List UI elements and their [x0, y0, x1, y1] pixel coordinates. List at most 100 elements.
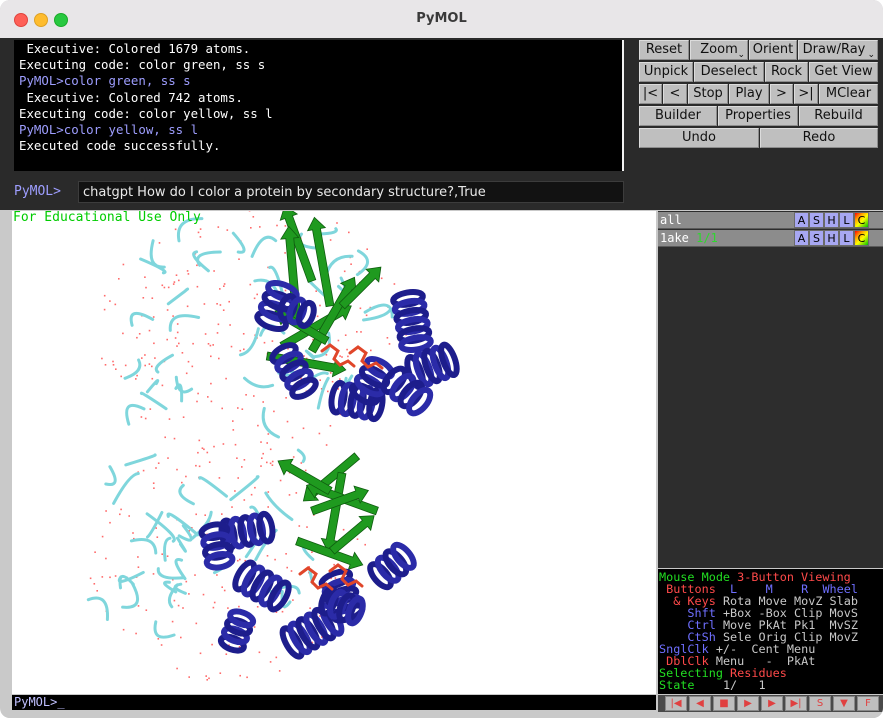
- unpick-button[interactable]: Unpick: [639, 62, 693, 82]
- object-row-all[interactable]: all A S H L C: [658, 212, 883, 229]
- water-dot: [205, 675, 207, 677]
- water-dot: [304, 469, 307, 472]
- rewind-icon[interactable]: |◀: [665, 696, 687, 711]
- color-button[interactable]: C: [854, 212, 869, 228]
- water-dot: [331, 380, 334, 383]
- stop-icon[interactable]: ■: [713, 696, 735, 711]
- binding-cell: MovZ: [829, 630, 858, 644]
- water-dot: [329, 425, 332, 427]
- water-dot: [266, 442, 268, 444]
- loop-segment: [296, 448, 306, 463]
- water-dot: [266, 555, 269, 557]
- label-button[interactable]: L: [839, 230, 854, 246]
- loop-segment: [243, 376, 275, 389]
- properties-button[interactable]: Properties: [718, 106, 798, 126]
- reset-button[interactable]: Reset: [639, 40, 689, 60]
- water-dot: [166, 555, 169, 557]
- water-dot: [148, 329, 151, 332]
- water-dot: [243, 499, 246, 501]
- command-input[interactable]: chatgpt How do I color a protein by seco…: [78, 181, 624, 203]
- water-dot: [319, 379, 321, 381]
- water-dot: [229, 324, 231, 326]
- water-dot: [276, 224, 278, 227]
- educational-watermark: For Educational Use Only: [13, 211, 201, 225]
- scene-icon[interactable]: S: [809, 696, 831, 711]
- label-button[interactable]: L: [839, 212, 854, 228]
- get-view-button[interactable]: Get View: [809, 62, 878, 82]
- water-dot: [118, 278, 120, 280]
- water-dot: [248, 211, 251, 212]
- builder-button[interactable]: Builder: [639, 106, 717, 126]
- action-button[interactable]: A: [794, 230, 809, 246]
- water-dot: [103, 294, 106, 297]
- movie-transport-bar: |◀ ◀ ■ ▶ ▶ ▶| S ▼ F: [658, 695, 883, 712]
- water-dot: [176, 331, 179, 334]
- prev-frame-button[interactable]: <: [663, 84, 687, 104]
- play-button[interactable]: Play: [729, 84, 769, 104]
- water-dot: [89, 577, 92, 580]
- water-dot: [109, 521, 111, 524]
- water-dot: [140, 416, 143, 418]
- water-dot: [175, 274, 178, 276]
- rebuild-button[interactable]: Rebuild: [799, 106, 878, 126]
- water-dot: [181, 352, 184, 354]
- water-dot: [238, 258, 240, 260]
- mclear-button[interactable]: MClear: [819, 84, 878, 104]
- stop-button[interactable]: Stop: [688, 84, 728, 104]
- water-dot: [253, 395, 255, 397]
- play-icon[interactable]: ▶: [737, 696, 759, 711]
- water-dot: [213, 270, 215, 272]
- orient-button[interactable]: Orient: [749, 40, 797, 60]
- show-button[interactable]: S: [809, 212, 824, 228]
- fast-forward-icon[interactable]: ▶|: [785, 696, 807, 711]
- show-button[interactable]: S: [809, 230, 824, 246]
- loop-segment: [139, 391, 168, 411]
- deselect-button[interactable]: Deselect: [694, 62, 764, 82]
- water-dot: [199, 236, 202, 238]
- state-value: 1/: [722, 678, 738, 692]
- water-dot: [319, 304, 321, 307]
- water-dot: [216, 303, 218, 305]
- water-dot: [222, 443, 225, 445]
- water-dot: [237, 477, 239, 479]
- step-forward-icon[interactable]: ▶: [761, 696, 783, 711]
- draw-ray-button[interactable]: Draw/Ray ⌄: [798, 40, 878, 60]
- viewer-command-prompt[interactable]: PyMOL>_: [12, 695, 656, 710]
- fullscreen-icon[interactable]: F: [857, 696, 879, 711]
- console-line: Executing code: color green, ss s: [19, 57, 266, 73]
- water-dot: [137, 556, 139, 558]
- zoom-button[interactable]: Zoom ⌄: [690, 40, 748, 60]
- water-dot: [173, 281, 176, 283]
- hide-button[interactable]: H: [824, 212, 839, 228]
- water-dot: [191, 365, 194, 368]
- color-button[interactable]: C: [854, 230, 869, 246]
- redo-button[interactable]: Redo: [760, 128, 878, 148]
- next-frame-button[interactable]: >: [770, 84, 793, 104]
- water-dot: [167, 286, 170, 289]
- water-dot: [171, 620, 174, 623]
- last-frame-button[interactable]: >|: [794, 84, 818, 104]
- protein-structure-render[interactable]: [12, 211, 656, 694]
- water-dot: [356, 331, 358, 333]
- undo-button[interactable]: Undo: [639, 128, 759, 148]
- water-dot: [122, 628, 125, 631]
- water-dot: [152, 482, 155, 484]
- water-dot: [318, 432, 321, 435]
- water-dot: [154, 357, 156, 359]
- step-back-icon[interactable]: ◀: [689, 696, 711, 711]
- output-console: Executive: Colored 1679 atoms. Executing …: [14, 40, 624, 171]
- hide-button[interactable]: H: [824, 230, 839, 246]
- console-scrollbar[interactable]: [622, 40, 624, 171]
- object-row-1ake[interactable]: 1ake 1/1 A S H L C: [658, 230, 883, 247]
- mouse-mode-panel[interactable]: Mouse Mode 3-Button Viewing Buttons L M …: [658, 569, 883, 694]
- water-dot: [94, 551, 96, 553]
- water-dot: [195, 622, 198, 625]
- rock-button[interactable]: Rock: [765, 62, 808, 82]
- dropdown-icon[interactable]: ▼: [833, 696, 855, 711]
- water-dot: [302, 427, 305, 430]
- molecule-viewport[interactable]: For Educational Use Only: [12, 211, 656, 694]
- first-frame-button[interactable]: |<: [639, 84, 662, 104]
- action-button[interactable]: A: [794, 212, 809, 228]
- water-dot: [334, 577, 337, 579]
- water-dot: [239, 674, 241, 677]
